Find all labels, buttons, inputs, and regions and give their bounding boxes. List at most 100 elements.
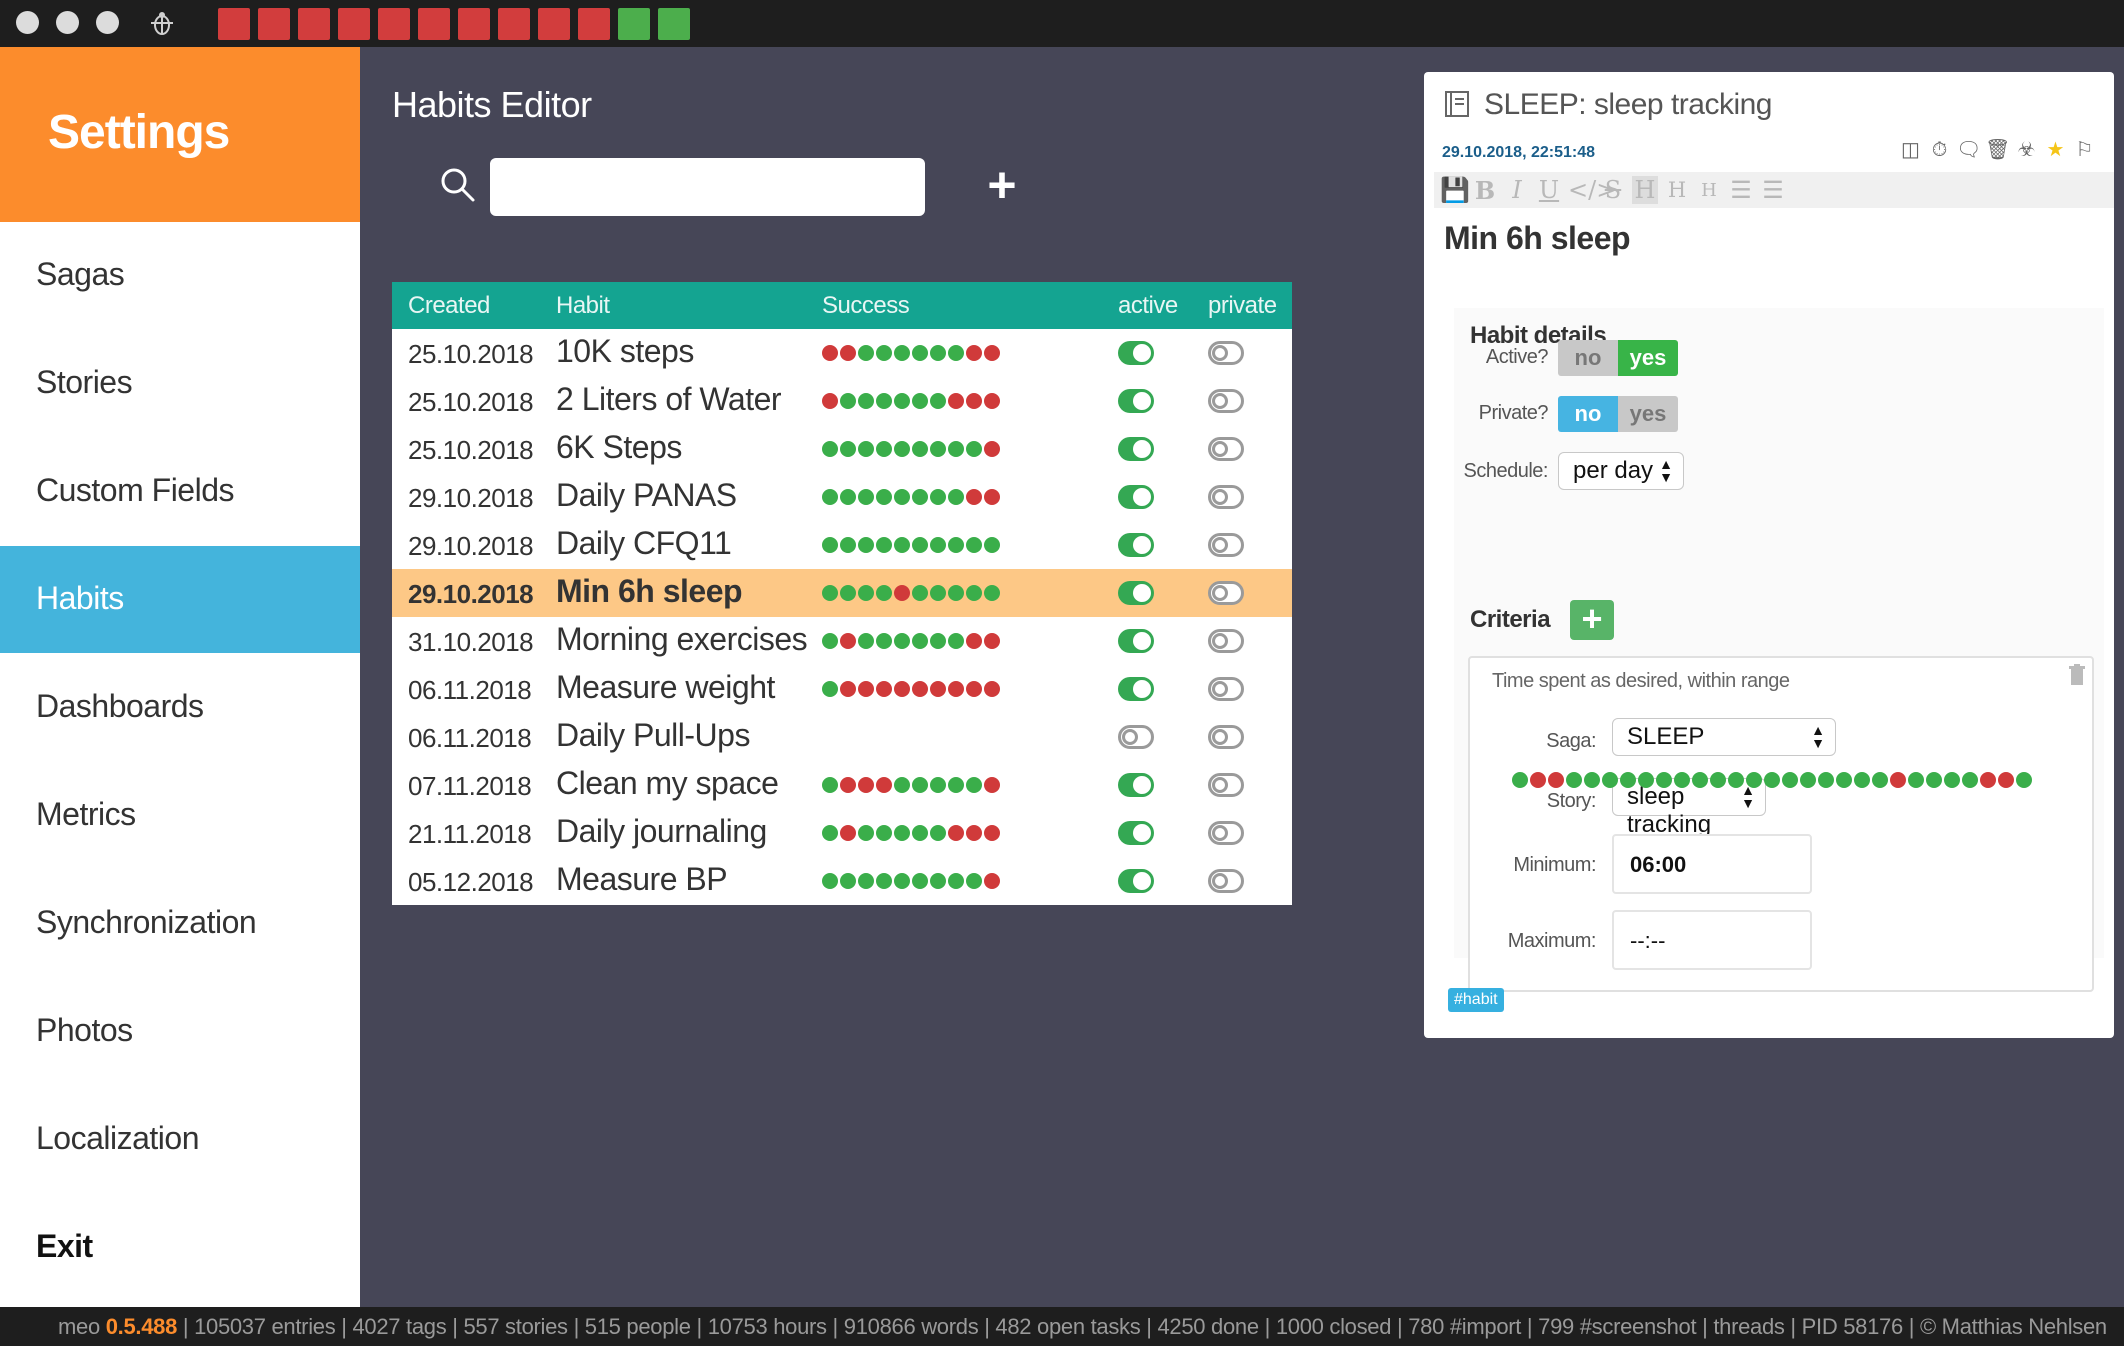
strikethrough-icon[interactable]: S bbox=[1600, 176, 1626, 204]
activity-block[interactable] bbox=[618, 8, 650, 40]
saga-select[interactable]: SLEEP ▲ ▼ bbox=[1612, 718, 1836, 756]
sidebar-item-stories[interactable]: Stories bbox=[0, 330, 360, 437]
private-toggle[interactable] bbox=[1208, 581, 1244, 605]
activity-block[interactable] bbox=[458, 8, 490, 40]
sidebar-item-localization[interactable]: Localization bbox=[0, 1086, 360, 1193]
activity-block[interactable] bbox=[378, 8, 410, 40]
active-yes-option[interactable]: yes bbox=[1618, 340, 1678, 376]
table-row[interactable]: 25.10.2018 2 Liters of Water bbox=[392, 377, 1292, 425]
table-row[interactable]: 29.10.2018 Min 6h sleep bbox=[392, 569, 1292, 617]
star-icon[interactable]: ★ bbox=[2043, 138, 2068, 163]
sidebar-item-custom-fields[interactable]: Custom Fields bbox=[0, 438, 360, 545]
active-toggle[interactable] bbox=[1118, 677, 1154, 701]
bold-icon[interactable]: B bbox=[1472, 176, 1498, 205]
sidebar-item-photos[interactable]: Photos bbox=[0, 978, 360, 1085]
heading-1-icon[interactable]: H bbox=[1632, 176, 1658, 204]
code-icon[interactable]: </> bbox=[1568, 176, 1616, 204]
activity-block[interactable] bbox=[418, 8, 450, 40]
window-maximize-button[interactable] bbox=[96, 11, 119, 34]
table-row[interactable]: 06.11.2018 Daily Pull-Ups bbox=[392, 713, 1292, 761]
active-toggle[interactable] bbox=[1118, 629, 1154, 653]
entry-story-title[interactable]: SLEEP: sleep tracking bbox=[1484, 88, 1773, 122]
sidebar-item-sagas[interactable]: Sagas bbox=[0, 222, 360, 329]
active-toggle[interactable] bbox=[1118, 725, 1154, 749]
sidebar-item-metrics[interactable]: Metrics bbox=[0, 762, 360, 869]
active-toggle[interactable] bbox=[1118, 773, 1154, 797]
active-toggle[interactable] bbox=[1118, 341, 1154, 365]
table-row[interactable]: 21.11.2018 Daily journaling bbox=[392, 809, 1292, 857]
private-toggle[interactable] bbox=[1208, 725, 1244, 749]
active-toggle[interactable] bbox=[1118, 389, 1154, 413]
header-created[interactable]: Created bbox=[408, 292, 490, 320]
flag-icon[interactable]: ⚐ bbox=[2072, 138, 2097, 163]
header-success[interactable]: Success bbox=[822, 292, 910, 320]
table-row[interactable]: 31.10.2018 Morning exercises bbox=[392, 617, 1292, 665]
maximum-time-input[interactable]: --:-- bbox=[1612, 910, 1812, 970]
activity-block[interactable] bbox=[298, 8, 330, 40]
italic-icon[interactable]: I bbox=[1504, 176, 1530, 204]
activity-block[interactable] bbox=[658, 8, 690, 40]
activity-block[interactable] bbox=[338, 8, 370, 40]
header-private[interactable]: private bbox=[1208, 292, 1277, 320]
heading-2-icon[interactable]: H bbox=[1664, 178, 1690, 202]
table-row[interactable]: 29.10.2018 Daily PANAS bbox=[392, 473, 1292, 521]
add-habit-button[interactable]: + bbox=[980, 160, 1024, 210]
sidebar-item-habits[interactable]: Habits bbox=[0, 546, 360, 653]
underline-icon[interactable]: U bbox=[1536, 176, 1562, 204]
map-icon[interactable]: ◫ bbox=[1898, 138, 1923, 163]
private-yes-option[interactable]: yes bbox=[1618, 396, 1678, 432]
save-icon[interactable]: 💾 bbox=[1440, 176, 1470, 204]
schedule-select[interactable]: per day ▲ ▼ bbox=[1558, 452, 1684, 490]
private-toggle[interactable] bbox=[1208, 437, 1244, 461]
table-row[interactable]: 05.12.2018 Measure BP bbox=[392, 857, 1292, 905]
activity-block[interactable] bbox=[258, 8, 290, 40]
activity-block[interactable] bbox=[578, 8, 610, 40]
private-toggle[interactable] bbox=[1208, 629, 1244, 653]
table-row[interactable]: 25.10.2018 6K Steps bbox=[392, 425, 1292, 473]
habit-tag[interactable]: #habit bbox=[1448, 988, 1504, 1012]
stopwatch-icon[interactable]: ⏱ bbox=[1927, 138, 1952, 163]
private-toggle[interactable] bbox=[1208, 821, 1244, 845]
active-toggle[interactable] bbox=[1118, 485, 1154, 509]
comment-icon[interactable]: 🗨 bbox=[1956, 138, 1981, 163]
table-row[interactable]: 07.11.2018 Clean my space bbox=[392, 761, 1292, 809]
trash-icon[interactable]: 🗑 bbox=[1985, 138, 2010, 163]
private-toggle[interactable] bbox=[1208, 389, 1244, 413]
window-close-button[interactable] bbox=[16, 11, 39, 34]
activity-block[interactable] bbox=[538, 8, 570, 40]
delete-criteria-icon[interactable] bbox=[2068, 664, 2086, 686]
private-toggle[interactable] bbox=[1208, 773, 1244, 797]
bug-icon[interactable]: ☣ bbox=[2014, 138, 2039, 163]
table-row[interactable]: 25.10.2018 10K steps bbox=[392, 329, 1292, 377]
sidebar-item-dashboards[interactable]: Dashboards bbox=[0, 654, 360, 761]
window-minimize-button[interactable] bbox=[56, 11, 79, 34]
private-toggle[interactable] bbox=[1208, 533, 1244, 557]
add-criteria-button[interactable]: + bbox=[1570, 600, 1614, 640]
active-toggle[interactable] bbox=[1118, 869, 1154, 893]
private-toggle[interactable] bbox=[1208, 485, 1244, 509]
heading-3-icon[interactable]: H bbox=[1696, 180, 1722, 201]
table-row[interactable]: 29.10.2018 Daily CFQ11 bbox=[392, 521, 1292, 569]
sidebar-item-exit[interactable]: Exit bbox=[0, 1194, 360, 1301]
active-toggle[interactable] bbox=[1118, 437, 1154, 461]
table-row[interactable]: 06.11.2018 Measure weight bbox=[392, 665, 1292, 713]
minimum-time-input[interactable]: 06:00 bbox=[1612, 834, 1812, 894]
private-toggle[interactable] bbox=[1208, 677, 1244, 701]
header-habit[interactable]: Habit bbox=[556, 292, 610, 320]
private-no-option[interactable]: no bbox=[1558, 396, 1618, 432]
search-input[interactable] bbox=[490, 158, 925, 216]
entry-timestamp[interactable]: 29.10.2018, 22:51:48 bbox=[1442, 144, 1595, 162]
active-toggle[interactable] bbox=[1118, 581, 1154, 605]
entry-text[interactable]: Min 6h sleep bbox=[1444, 220, 1631, 257]
sidebar-item-synchronization[interactable]: Synchronization bbox=[0, 870, 360, 977]
active-toggle[interactable] bbox=[1118, 821, 1154, 845]
private-toggle[interactable] bbox=[1208, 869, 1244, 893]
bullet-list-icon[interactable]: ☰ bbox=[1728, 176, 1754, 204]
active-toggle[interactable] bbox=[1118, 533, 1154, 557]
bug-icon[interactable] bbox=[150, 10, 174, 36]
activity-block[interactable] bbox=[498, 8, 530, 40]
numbered-list-icon[interactable]: ☰ bbox=[1760, 176, 1786, 204]
private-toggle[interactable] bbox=[1208, 341, 1244, 365]
active-no-option[interactable]: no bbox=[1558, 340, 1618, 376]
header-active[interactable]: active bbox=[1118, 292, 1178, 320]
